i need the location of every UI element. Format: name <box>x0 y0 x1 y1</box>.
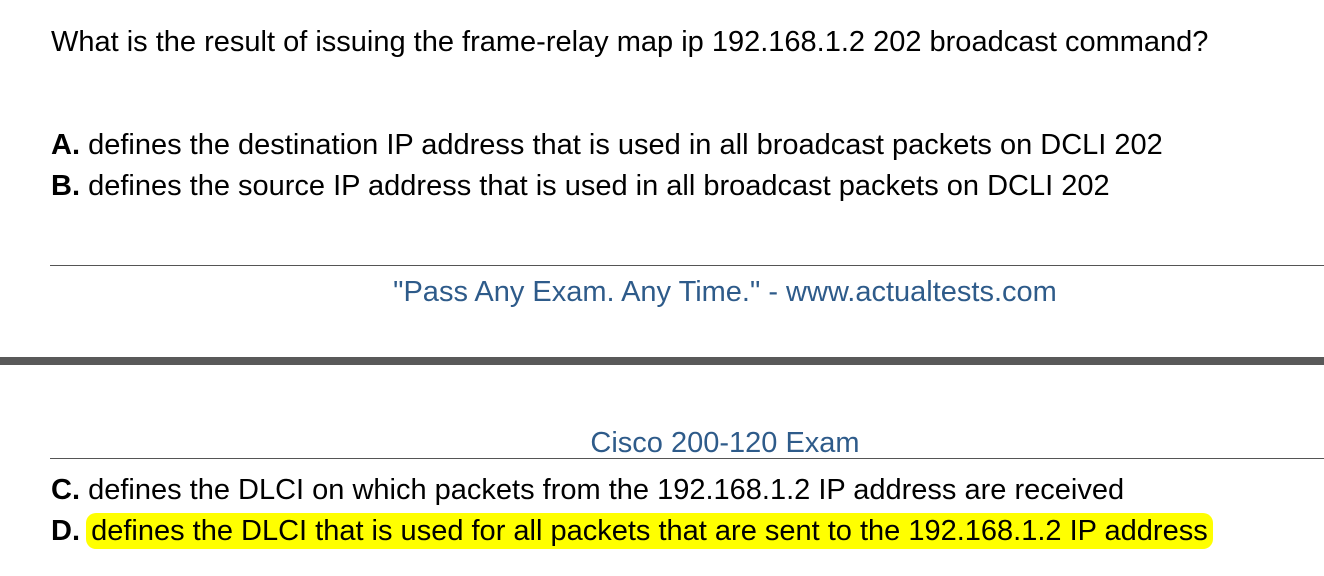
option-d-letter: D. <box>51 515 80 547</box>
page-break-bar <box>0 357 1324 365</box>
option-c: C. defines the DLCI on which packets fro… <box>51 473 1124 507</box>
option-b-text: defines the source IP address that is us… <box>88 170 1110 202</box>
footer-divider <box>50 265 1324 266</box>
option-a: A. defines the destination IP address th… <box>51 128 1163 162</box>
option-c-text: defines the DLCI on which packets from t… <box>88 474 1125 506</box>
option-a-text: defines the destination IP address that … <box>88 129 1163 161</box>
question-text: What is the result of issuing the frame-… <box>51 26 1209 58</box>
footer-slogan: "Pass Any Exam. Any Time." - www.actualt… <box>393 276 1057 308</box>
option-c-letter: C. <box>51 474 80 506</box>
option-d: D. defines the DLCI that is used for all… <box>51 513 1213 549</box>
header-divider <box>50 458 1324 459</box>
option-b: B. defines the source IP address that is… <box>51 169 1110 203</box>
header-exam-title: Cisco 200-120 Exam <box>590 427 860 459</box>
option-d-text-highlighted: defines the DLCI that is used for all pa… <box>86 513 1213 549</box>
option-b-letter: B. <box>51 170 80 202</box>
option-a-letter: A. <box>51 129 80 161</box>
